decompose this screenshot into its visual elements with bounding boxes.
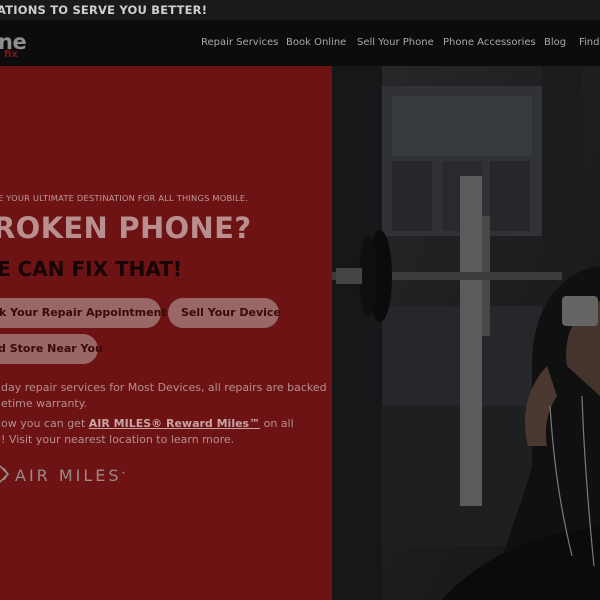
gym-photo-illustration bbox=[332, 66, 600, 600]
airmiles-paragraph-line-1: ow you can get AIR MILES® Reward Miles™ … bbox=[1, 416, 294, 432]
nav-link-repair-services[interactable]: Repair Services bbox=[201, 37, 278, 49]
airmiles-logo-icon bbox=[0, 465, 10, 483]
find-store-button-label: d Store Near You bbox=[0, 342, 103, 355]
airmiles-logo-text: AIR MILES• bbox=[15, 466, 126, 485]
sell-device-button[interactable]: Sell Your Device bbox=[168, 298, 281, 328]
nav-link-book-online[interactable]: Book Online bbox=[286, 37, 346, 49]
hero-paragraph-line-2: etime warranty. bbox=[1, 397, 88, 410]
hero-section: E YOUR ULTIMATE DESTINATION FOR ALL THIN… bbox=[0, 66, 600, 600]
nav-link-blog[interactable]: Blog bbox=[544, 37, 566, 49]
nav-link-phone-accessories[interactable]: Phone Accessories bbox=[443, 37, 536, 49]
hero-subheadline: E CAN FIX THAT! bbox=[0, 257, 183, 281]
book-repair-button[interactable]: k Your Repair Appointment bbox=[0, 298, 167, 328]
airmiles-logo: AIR MILES• bbox=[0, 462, 158, 486]
find-store-button[interactable]: d Store Near You bbox=[0, 334, 103, 364]
airmiles-paragraph-line-2: ! Visit your nearest location to learn m… bbox=[1, 433, 235, 446]
sell-device-button-label: Sell Your Device bbox=[181, 306, 281, 319]
airmiles-link[interactable]: AIR MILES® Reward Miles™ bbox=[89, 417, 260, 430]
top-nav: ne fix Repair Services Book Online Sell … bbox=[0, 20, 600, 66]
hero-photo bbox=[332, 66, 600, 600]
nav-link-find[interactable]: Find bbox=[579, 37, 600, 49]
airmiles-text-suffix: on all bbox=[260, 417, 294, 430]
hero-paragraph-line-1: day repair services for Most Devices, al… bbox=[1, 381, 327, 394]
announcement-bar: ATIONS TO SERVE YOU BETTER! bbox=[0, 0, 600, 20]
airmiles-text-prefix: ow you can get bbox=[1, 417, 89, 430]
hero-headline: ROKEN PHONE? bbox=[0, 211, 252, 245]
hero-content-panel: E YOUR ULTIMATE DESTINATION FOR ALL THIN… bbox=[0, 66, 332, 600]
book-repair-button-label: k Your Repair Appointment bbox=[0, 306, 167, 319]
nav-link-sell-your-phone[interactable]: Sell Your Phone bbox=[357, 37, 434, 49]
site-logo[interactable]: ne fix bbox=[0, 29, 38, 65]
announcement-text: ATIONS TO SERVE YOU BETTER! bbox=[0, 3, 208, 17]
nav-links: Repair Services Book Online Sell Your Ph… bbox=[201, 20, 600, 66]
logo-sub-text: fix bbox=[4, 49, 18, 60]
hero-tagline: E YOUR ULTIMATE DESTINATION FOR ALL THIN… bbox=[0, 193, 249, 203]
